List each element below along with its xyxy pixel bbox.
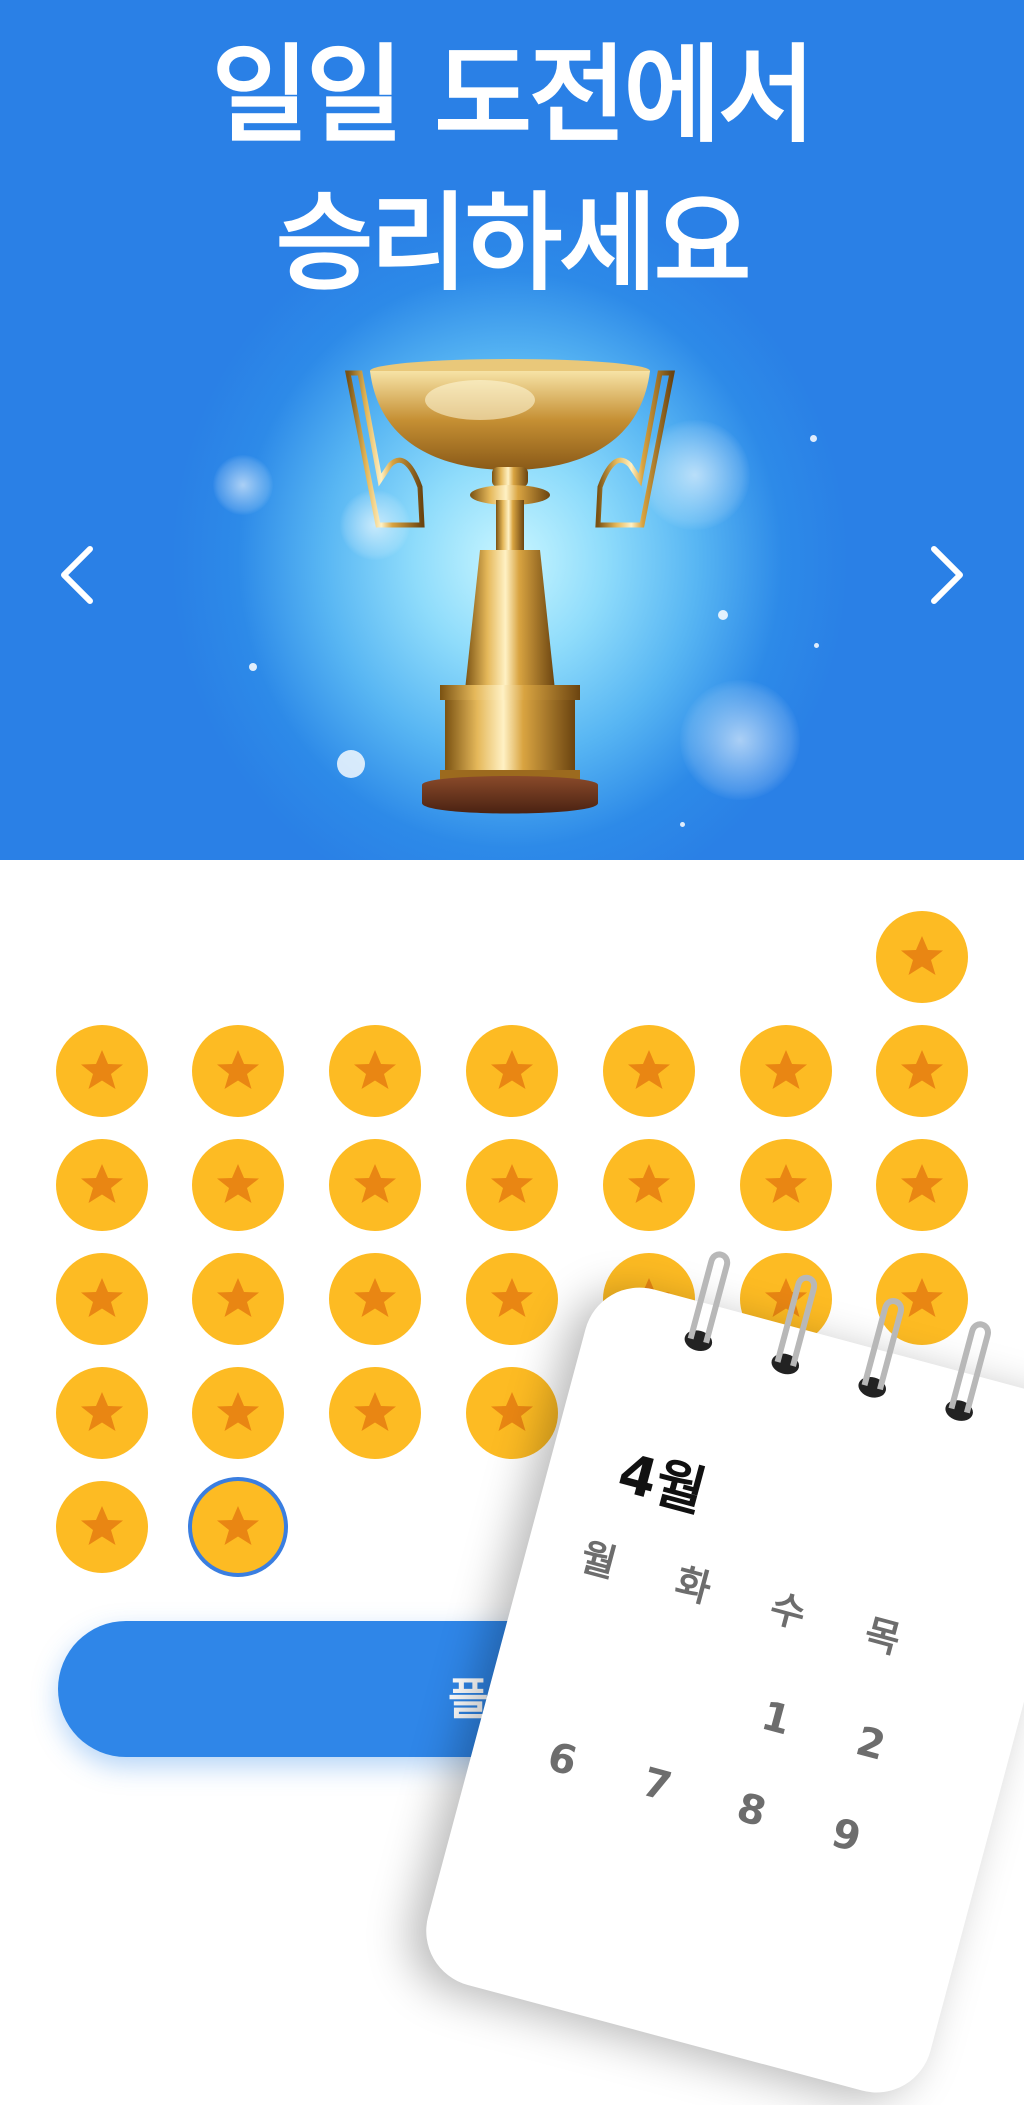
day-star[interactable] <box>740 1139 832 1231</box>
star-icon <box>901 936 943 975</box>
star-icon <box>217 1050 259 1089</box>
calendar-month: 4월 <box>611 1440 713 1525</box>
bokeh-light <box>249 663 257 671</box>
star-icon <box>765 1164 807 1203</box>
day-star[interactable] <box>329 1025 421 1117</box>
day-star[interactable] <box>466 1367 558 1459</box>
star-icon <box>628 1164 670 1203</box>
day-star[interactable] <box>603 1139 695 1231</box>
day-star[interactable] <box>329 1367 421 1459</box>
calendar-day[interactable]: 7 <box>637 1759 676 1811</box>
bokeh-light <box>718 610 728 620</box>
calendar-day[interactable]: 9 <box>827 1810 866 1862</box>
star-icon <box>491 1392 533 1431</box>
day-star[interactable] <box>56 1367 148 1459</box>
calendar-day[interactable]: 1 <box>757 1693 796 1745</box>
bokeh-light <box>810 435 817 442</box>
hero-banner: 일일 도전에서 승리하세요 <box>0 0 1024 860</box>
day-star[interactable] <box>192 1253 284 1345</box>
bokeh-light <box>680 680 800 800</box>
hero-title: 일일 도전에서 승리하세요 <box>0 22 1024 318</box>
calendar-day[interactable]: 6 <box>543 1734 582 1786</box>
bokeh-light <box>814 643 819 648</box>
hero-title-line-1: 일일 도전에서 <box>211 34 815 157</box>
star-icon <box>81 1278 123 1317</box>
day-star[interactable] <box>876 1139 968 1231</box>
star-icon <box>81 1392 123 1431</box>
day-star[interactable] <box>192 1481 284 1573</box>
day-star[interactable] <box>466 1253 558 1345</box>
star-icon <box>217 1506 259 1545</box>
calendar-weekday: 목 <box>859 1610 906 1663</box>
day-star[interactable] <box>56 1253 148 1345</box>
trophy-icon <box>344 359 676 814</box>
day-star[interactable] <box>192 1367 284 1459</box>
day-star[interactable] <box>329 1253 421 1345</box>
star-icon <box>354 1278 396 1317</box>
day-star[interactable] <box>329 1139 421 1231</box>
day-star[interactable] <box>740 1025 832 1117</box>
star-icon <box>765 1050 807 1089</box>
spiral-ring-icon <box>684 1251 731 1352</box>
day-star[interactable] <box>56 1025 148 1117</box>
chevron-left-icon <box>61 546 93 604</box>
star-icon <box>491 1164 533 1203</box>
star-icon <box>81 1164 123 1203</box>
day-star[interactable] <box>192 1139 284 1231</box>
day-star[interactable] <box>192 1025 284 1117</box>
star-icon <box>354 1392 396 1431</box>
prev-button[interactable] <box>50 545 110 605</box>
bokeh-light <box>213 455 273 515</box>
day-star[interactable] <box>56 1139 148 1231</box>
spiral-ring-icon <box>858 1298 904 1398</box>
star-icon <box>81 1506 123 1545</box>
star-icon <box>901 1164 943 1203</box>
day-star[interactable] <box>466 1025 558 1117</box>
calendar-day[interactable]: 8 <box>732 1785 771 1837</box>
day-star[interactable] <box>56 1481 148 1573</box>
star-icon <box>354 1050 396 1089</box>
bokeh-light <box>680 822 685 827</box>
calendar-weekday: 수 <box>765 1585 811 1637</box>
star-icon <box>217 1164 259 1203</box>
star-icon <box>217 1278 259 1317</box>
star-icon <box>217 1392 259 1431</box>
star-icon <box>901 1050 943 1089</box>
day-star[interactable] <box>466 1139 558 1231</box>
chevron-right-icon <box>931 546 963 604</box>
day-star[interactable] <box>876 911 968 1003</box>
day-star[interactable] <box>603 1025 695 1117</box>
calendar-weekday: 화 <box>670 1559 716 1612</box>
star-icon <box>81 1050 123 1089</box>
star-icon <box>628 1050 670 1089</box>
calendar-weekday: 월 <box>575 1534 622 1587</box>
next-button[interactable] <box>914 545 974 605</box>
star-icon <box>491 1278 533 1317</box>
star-icon <box>354 1164 396 1203</box>
star-icon <box>491 1050 533 1089</box>
hero-title-line-2: 승리하세요 <box>275 182 752 305</box>
calendar-day[interactable]: 2 <box>851 1718 890 1770</box>
day-star[interactable] <box>876 1025 968 1117</box>
